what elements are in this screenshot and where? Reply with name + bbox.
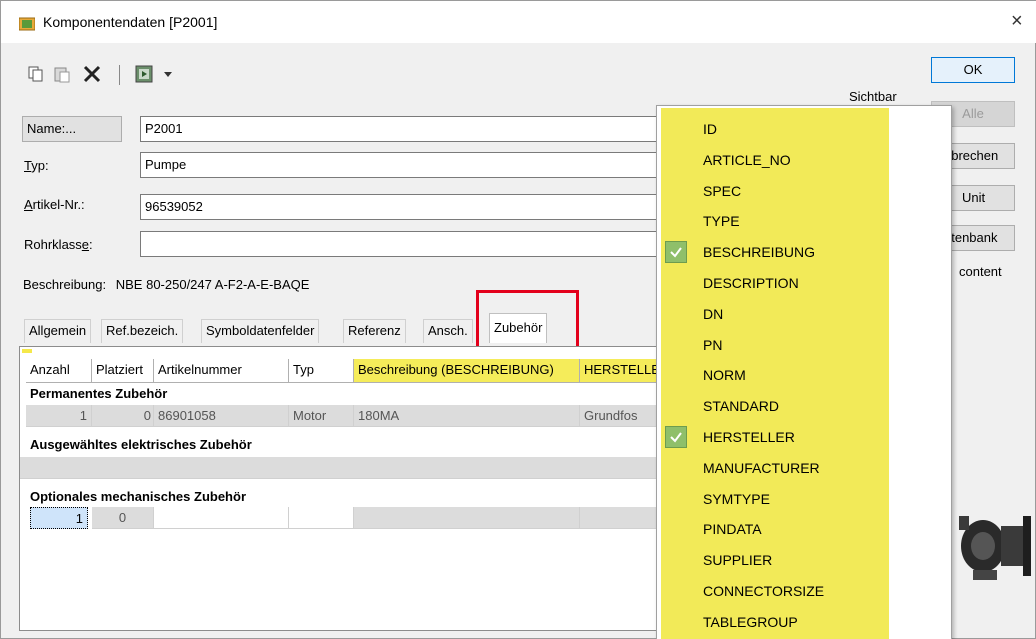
table-row[interactable]: 1 0 86901058 Motor 180MA Grundfos bbox=[20, 405, 658, 427]
cell-artikelnummer[interactable]: 86901058 bbox=[154, 405, 289, 427]
col-header-hersteller[interactable]: HERSTELLER bbox=[580, 359, 658, 383]
popup-item-symtype[interactable]: SYMTYPE bbox=[703, 484, 770, 514]
popup-item-hersteller[interactable]: HERSTELLER bbox=[703, 422, 795, 452]
dropdown-arrow-icon[interactable] bbox=[163, 69, 173, 79]
popup-item-id[interactable]: ID bbox=[703, 114, 717, 144]
pump-image bbox=[959, 516, 1031, 580]
cell-beschreibung[interactable] bbox=[354, 507, 580, 529]
col-header-typ[interactable]: Typ bbox=[289, 359, 354, 383]
cell-anzahl[interactable]: 1 bbox=[26, 405, 92, 427]
table-row-empty bbox=[20, 457, 658, 479]
tab-ref-bezeich[interactable]: Ref.bezeich. bbox=[101, 319, 184, 343]
name-button[interactable]: Name:... bbox=[22, 116, 122, 142]
accessory-grid: Anzahl Platziert Artikelnummer Typ Besch… bbox=[19, 346, 659, 631]
window-title: Komponentendaten [P2001] bbox=[43, 14, 218, 30]
cell-anzahl-selected[interactable]: 1 bbox=[30, 507, 88, 529]
section-permanentes-zubehoer: Permanentes Zubehör bbox=[20, 384, 658, 404]
grid-top-strip bbox=[20, 347, 658, 355]
cell-platziert[interactable]: 0 bbox=[92, 405, 154, 427]
cell-hersteller[interactable] bbox=[580, 507, 658, 529]
beschreibung-label: Beschreibung: bbox=[23, 277, 107, 292]
popup-item-spec[interactable]: SPEC bbox=[703, 176, 741, 206]
title-bar: Komponentendaten [P2001] × bbox=[1, 1, 1036, 43]
popup-item-pindata[interactable]: PINDATA bbox=[703, 514, 762, 544]
popup-item-description[interactable]: DESCRIPTION bbox=[703, 268, 799, 298]
tab-allgemein[interactable]: Allgemein bbox=[24, 319, 92, 343]
empty-row-fill bbox=[20, 457, 658, 479]
section-ausgewaehltes-elektrisches-zubehoer: Ausgewähltes elektrisches Zubehör bbox=[20, 435, 658, 455]
cell-hersteller[interactable]: Grundfos bbox=[580, 405, 658, 427]
popup-item-standard[interactable]: STANDARD bbox=[703, 391, 779, 421]
tab-referenz[interactable]: Referenz bbox=[343, 319, 406, 343]
col-header-artikelnummer[interactable]: Artikelnummer bbox=[154, 359, 289, 383]
table-row[interactable]: 1 0 bbox=[20, 507, 658, 529]
sichtbar-label: Sichtbar bbox=[849, 89, 897, 104]
rohrklasse-label-accel: e bbox=[81, 237, 90, 252]
beschreibung-value: NBE 80-250/247 A-F2-A-E-BAQE bbox=[115, 277, 310, 292]
tab-symboldatenfelder[interactable]: Symboldatenfelder bbox=[201, 319, 320, 343]
popup-item-supplier[interactable]: SUPPLIER bbox=[703, 545, 772, 575]
cell-typ[interactable] bbox=[289, 507, 354, 529]
paste-icon[interactable] bbox=[53, 65, 71, 83]
cell-beschreibung[interactable]: 180MA bbox=[354, 405, 580, 427]
rohrklasse-label: Rohrklasse: bbox=[24, 237, 93, 252]
artikel-input[interactable]: 96539052 bbox=[140, 194, 660, 220]
component-data-dialog: Komponentendaten [P2001] × Sichtbar OK A… bbox=[0, 0, 1036, 639]
rohrklasse-label-end: : bbox=[89, 237, 93, 252]
checkmark-icon bbox=[665, 426, 687, 448]
typ-label-text: yp: bbox=[31, 158, 49, 173]
grid-highlight-marker bbox=[22, 349, 32, 353]
popup-item-connectorsize[interactable]: CONNECTORSIZE bbox=[703, 576, 824, 606]
toolbar-separator bbox=[119, 65, 120, 85]
rohrklasse-input[interactable] bbox=[140, 231, 660, 257]
checkmark-icon bbox=[665, 241, 687, 264]
toolbar bbox=[1, 59, 301, 89]
artikel-label-text: rtikel-Nr.: bbox=[32, 197, 85, 212]
name-input[interactable]: P2001 bbox=[140, 116, 660, 142]
close-icon[interactable]: × bbox=[1011, 10, 1023, 33]
artikel-label: Artikel-Nr.: bbox=[24, 197, 85, 212]
component-icon bbox=[19, 17, 35, 31]
ok-button[interactable]: OK bbox=[931, 57, 1015, 83]
popup-item-manufacturer[interactable]: MANUFACTURER bbox=[703, 453, 820, 483]
popup-highlight bbox=[661, 108, 889, 639]
typ-input[interactable]: Pumpe bbox=[140, 152, 660, 178]
cell-typ[interactable]: Motor bbox=[289, 405, 354, 427]
section-optionales-mechanisches-zubehoer: Optionales mechanisches Zubehör bbox=[20, 487, 658, 507]
typ-label: Typ: bbox=[24, 158, 49, 173]
col-header-beschreibung[interactable]: Beschreibung (BESCHREIBUNG) bbox=[354, 359, 580, 383]
column-chooser-popup: ID ARTICLE_NO SPEC TYPE BESCHREIBUNG DESCRIPT… bbox=[656, 105, 952, 639]
rohrklasse-label-start: Rohrklass bbox=[24, 237, 82, 252]
popup-item-dn[interactable]: DN bbox=[703, 299, 723, 329]
cell-platziert[interactable]: 0 bbox=[92, 507, 154, 529]
popup-item-norm[interactable]: NORM bbox=[703, 360, 746, 390]
tab-ansch[interactable]: Ansch. bbox=[423, 319, 473, 343]
col-header-anzahl[interactable]: Anzahl bbox=[26, 359, 92, 383]
popup-item-article-no[interactable]: ARTICLE_NO bbox=[703, 145, 791, 175]
popup-item-type[interactable]: TYPE bbox=[703, 206, 740, 236]
popup-item-tablegroup[interactable]: TABLEGROUP bbox=[703, 607, 798, 637]
copy-icon[interactable] bbox=[27, 65, 45, 83]
beschreibung-line: Beschreibung: NBE 80-250/247 A-F2-A-E-BA… bbox=[23, 277, 309, 292]
zubehoer-tab-annotation bbox=[476, 290, 579, 350]
content-label: content bbox=[959, 264, 1002, 279]
database-icon[interactable] bbox=[135, 65, 153, 83]
popup-item-beschreibung[interactable]: BESCHREIBUNG bbox=[703, 237, 815, 267]
delete-icon[interactable] bbox=[83, 65, 101, 83]
cell-artikelnummer[interactable] bbox=[154, 507, 289, 529]
col-header-platziert[interactable]: Platziert bbox=[92, 359, 154, 383]
popup-item-pn[interactable]: PN bbox=[703, 330, 722, 360]
artikel-label-accel: A bbox=[24, 197, 33, 212]
